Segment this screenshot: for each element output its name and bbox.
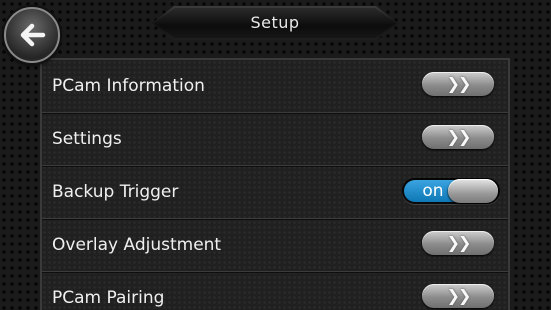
pcam-pairing-button[interactable]: ❯❯ bbox=[422, 284, 494, 308]
row-label: Overlay Adjustment bbox=[52, 235, 222, 255]
setup-screen: Setup PCam Information ❯❯ Settings ❯❯ Ba… bbox=[0, 0, 551, 310]
list-item-overlay-adjustment[interactable]: Overlay Adjustment ❯❯ bbox=[42, 219, 508, 272]
row-label: PCam Pairing bbox=[52, 288, 165, 308]
settings-button[interactable]: ❯❯ bbox=[422, 125, 494, 149]
list-item-pcam-information[interactable]: PCam Information ❯❯ bbox=[42, 60, 508, 113]
toggle-knob[interactable] bbox=[448, 179, 498, 203]
double-chevron-right-icon: ❯❯ bbox=[446, 233, 472, 252]
row-label: PCam Information bbox=[52, 76, 205, 96]
list-item-backup-trigger: Backup Trigger on bbox=[42, 166, 508, 219]
top-bar: Setup bbox=[0, 0, 551, 63]
pcam-information-button[interactable]: ❯❯ bbox=[422, 72, 494, 96]
row-label: Backup Trigger bbox=[52, 182, 179, 202]
overlay-adjustment-button[interactable]: ❯❯ bbox=[422, 231, 494, 255]
backup-trigger-toggle[interactable]: on bbox=[402, 178, 500, 204]
row-label: Settings bbox=[52, 129, 122, 149]
settings-list: PCam Information ❯❯ Settings ❯❯ Backup T… bbox=[40, 58, 510, 310]
list-item-pcam-pairing[interactable]: PCam Pairing ❯❯ bbox=[42, 272, 508, 310]
page-title: Setup bbox=[250, 13, 300, 32]
double-chevron-right-icon: ❯❯ bbox=[446, 74, 472, 93]
back-button[interactable] bbox=[4, 7, 60, 63]
back-arrow-icon bbox=[20, 23, 46, 47]
double-chevron-right-icon: ❯❯ bbox=[446, 286, 472, 305]
double-chevron-right-icon: ❯❯ bbox=[446, 127, 472, 146]
list-item-settings[interactable]: Settings ❯❯ bbox=[42, 113, 508, 166]
